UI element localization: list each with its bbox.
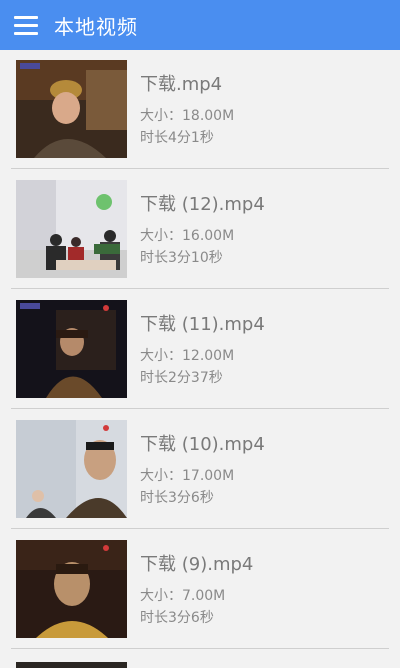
video-duration: 时长3分6秒 (140, 489, 214, 506)
video-thumbnail (16, 180, 127, 278)
video-thumbnail (16, 420, 127, 518)
video-name: 下载 (11).mp4 (140, 313, 265, 335)
video-item[interactable]: 下载.mp4 大小：18.00M 时长4分1秒 (11, 50, 389, 169)
video-duration: 时长3分6秒 (140, 609, 214, 626)
video-item[interactable]: 下载 (12).mp4 大小：16.00M 时长3分10秒 (11, 170, 389, 289)
next-video-thumbnail-peek (16, 662, 127, 668)
video-thumbnail (16, 300, 127, 398)
video-size: 大小：16.00M (140, 227, 235, 244)
page-title: 本地视频 (54, 14, 138, 39)
video-item[interactable]: 下载 (10).mp4 大小：17.00M 时长3分6秒 (11, 410, 389, 529)
video-name: 下载 (9).mp4 (140, 553, 254, 575)
video-thumbnail (16, 60, 127, 158)
video-size: 大小：18.00M (140, 107, 235, 124)
video-duration: 时长2分37秒 (140, 369, 223, 386)
video-name: 下载.mp4 (140, 73, 223, 95)
video-name: 下载 (12).mp4 (140, 193, 265, 215)
video-duration: 时长4分1秒 (140, 129, 214, 146)
video-list: 下载.mp4 大小：18.00M 时长4分1秒 下载 (12).mp4 大小：1… (0, 50, 400, 650)
video-name: 下载 (10).mp4 (140, 433, 265, 455)
video-size: 大小：12.00M (140, 347, 235, 364)
video-size: 大小：7.00M (140, 587, 226, 604)
menu-icon[interactable] (14, 15, 38, 35)
video-item[interactable]: 下载 (11).mp4 大小：12.00M 时长2分37秒 (11, 290, 389, 409)
video-item[interactable]: 下载 (9).mp4 大小：7.00M 时长3分6秒 (11, 530, 389, 649)
video-thumbnail (16, 540, 127, 638)
app-bar: 本地视频 (0, 0, 400, 50)
video-size: 大小：17.00M (140, 467, 235, 484)
video-duration: 时长3分10秒 (140, 249, 223, 266)
